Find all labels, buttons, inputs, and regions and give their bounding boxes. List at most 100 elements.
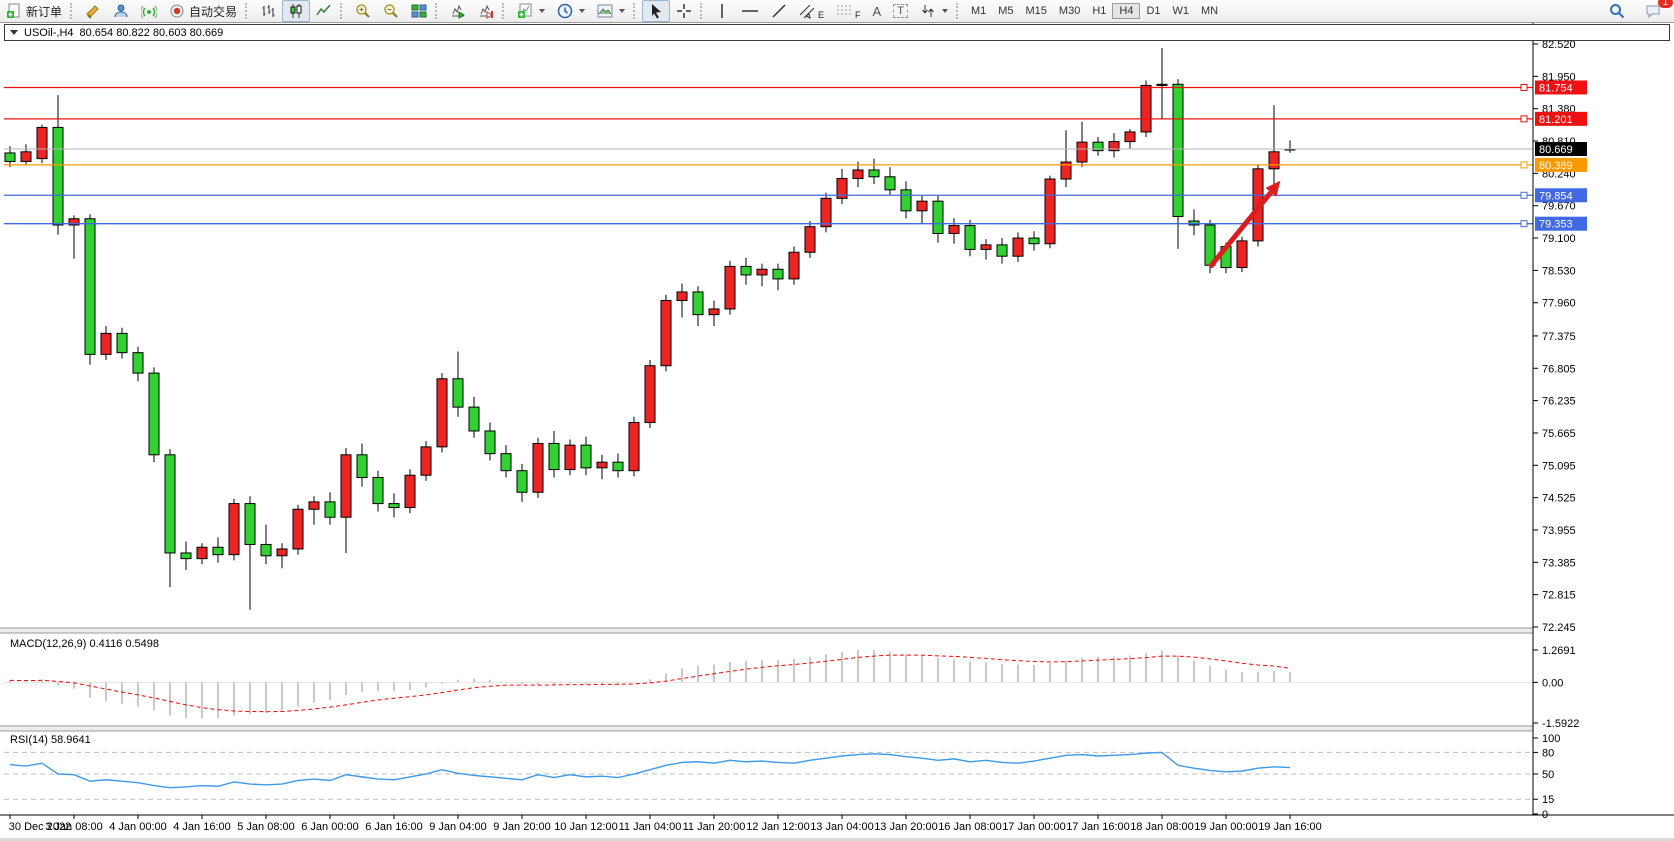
vertical-line-icon [715, 3, 729, 19]
timeframe-m5-button[interactable]: M5 [992, 4, 1019, 18]
toolbar-separator [502, 3, 509, 19]
megaphone-button[interactable] [79, 0, 107, 22]
zoom-in-button[interactable] [349, 0, 377, 22]
candle-body [405, 475, 415, 507]
bar-chart-button[interactable] [254, 0, 282, 22]
community-button[interactable] [107, 0, 135, 22]
price-tick-label: 78.530 [1542, 265, 1576, 277]
candle-body [437, 379, 447, 447]
dropdown-caret-icon [619, 9, 625, 13]
notifications-button[interactable]: 1 [1639, 0, 1668, 22]
chart-area[interactable]: USOil-,H4 80.654 80.822 80.603 80.669 MA… [0, 22, 1674, 841]
new-chart-dropdown[interactable] [511, 0, 551, 22]
chart-shift-button[interactable] [472, 0, 500, 22]
mt5-terminal-window: 新订单 自动交易 [0, 0, 1674, 841]
candle-body [613, 462, 623, 471]
time-tick-label: 18 Jan 08:00 [1130, 821, 1194, 833]
megaphone-icon [85, 3, 101, 19]
timeframe-w1-button[interactable]: W1 [1167, 4, 1196, 18]
horizontal-line-tool[interactable] [735, 0, 765, 22]
candlestick-chart-button[interactable] [282, 0, 310, 22]
candle-body [533, 443, 543, 492]
new-chart-icon [517, 3, 533, 19]
price-tick-label: 77.960 [1542, 298, 1576, 310]
price-level-tag: 81.754 [1535, 80, 1587, 94]
timeframe-h4-button[interactable]: H4 [1112, 3, 1140, 19]
toolbar-separator [435, 3, 442, 19]
equidistant-channel-tool[interactable]: E [793, 0, 830, 22]
search-button[interactable] [1603, 0, 1631, 22]
vertical-line-tool[interactable] [709, 0, 735, 22]
tile-windows-button[interactable] [405, 0, 433, 22]
level-handle[interactable] [1521, 84, 1527, 90]
trendline-tool[interactable] [765, 0, 793, 22]
chart-shift-icon [478, 3, 494, 19]
candle-body [1157, 84, 1167, 85]
signals-button[interactable] [135, 0, 163, 22]
candle-body [389, 504, 399, 508]
panel-separator[interactable] [0, 726, 1674, 731]
candle-body [501, 454, 511, 471]
candle-body [981, 245, 991, 250]
candle-body [213, 547, 223, 554]
time-tick-label: 11 Jan 04:00 [619, 821, 682, 833]
algo-trading-button[interactable]: 自动交易 [163, 0, 243, 22]
timeframe-d1-button[interactable]: D1 [1140, 4, 1166, 18]
candle-body [869, 170, 879, 177]
candle-body [1077, 142, 1087, 162]
crosshair-tool-button[interactable] [670, 0, 698, 22]
notification-count-badge: 1 [1658, 0, 1673, 8]
text-tool[interactable]: A [867, 0, 888, 22]
arrow-objects-icon [920, 3, 936, 19]
price-tick-label: 74.525 [1542, 493, 1576, 505]
cursor-tool-button[interactable] [642, 0, 670, 22]
timeframe-m15-button[interactable]: M15 [1020, 4, 1053, 18]
timeframe-m30-button[interactable]: M30 [1053, 4, 1086, 18]
toolbar-separator [245, 3, 252, 19]
level-handle[interactable] [1521, 116, 1527, 122]
price-tick-label: 72.815 [1542, 590, 1576, 602]
periods-dropdown[interactable] [551, 0, 591, 22]
level-handle[interactable] [1521, 162, 1527, 168]
text-label-icon: T [893, 4, 908, 18]
chart-canvas[interactable]: MACD(12,26,9) 0.4116 0.5498RSI(14) 58.96… [0, 23, 1674, 838]
toolbar-separator [340, 3, 347, 19]
zoom-out-button[interactable] [377, 0, 405, 22]
timeframe-mn-button[interactable]: MN [1195, 4, 1224, 18]
price-tick-label: 73.385 [1542, 557, 1576, 569]
new-order-button[interactable]: 新订单 [0, 0, 68, 22]
autoscroll-button[interactable] [444, 0, 472, 22]
algo-trading-label: 自动交易 [189, 3, 237, 20]
rsi-tick-label: 80 [1542, 747, 1554, 759]
candle-body [581, 445, 591, 468]
price-tick-label: 79.670 [1542, 201, 1576, 213]
candle-body [1045, 179, 1055, 244]
bar-chart-icon [260, 3, 276, 19]
candle-body [885, 177, 895, 190]
line-chart-button[interactable] [310, 0, 338, 22]
time-tick-label: 9 Jan 20:00 [493, 821, 551, 833]
candle-body [373, 477, 383, 503]
candle-body [357, 455, 367, 478]
level-handle[interactable] [1521, 192, 1527, 198]
candle-body [661, 300, 671, 365]
candle-body [853, 170, 863, 179]
template-image-icon [597, 3, 613, 19]
arrows-dropdown[interactable] [914, 0, 954, 22]
rsi-tick-label: 100 [1542, 733, 1560, 745]
price-tick-label: 73.955 [1542, 525, 1576, 537]
timeframe-m1-button[interactable]: M1 [965, 4, 992, 18]
candle-body [453, 379, 463, 407]
panel-separator[interactable] [0, 628, 1674, 633]
fibonacci-tool[interactable]: F [830, 0, 867, 22]
candle-body [933, 201, 943, 233]
chart-ohlc-values: 80.654 80.822 80.603 80.669 [80, 27, 224, 39]
timeframe-h1-button[interactable]: H1 [1086, 4, 1112, 18]
time-tick-label: 19 Jan 16:00 [1258, 821, 1322, 833]
text-label-tool[interactable]: T [887, 0, 914, 22]
line-chart-icon [316, 3, 332, 19]
level-handle[interactable] [1521, 221, 1527, 227]
collapse-chart-icon[interactable] [10, 30, 18, 35]
signals-icon [141, 3, 157, 19]
templates-dropdown[interactable] [591, 0, 631, 22]
